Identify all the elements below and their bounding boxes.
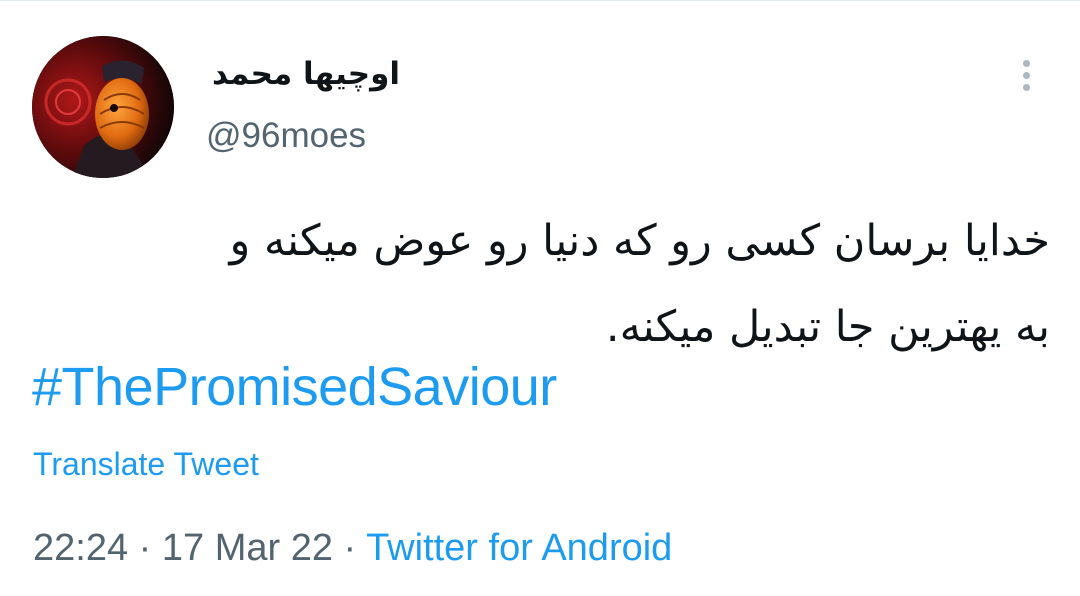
tweet-text-line: خدایا برسان کسی رو که دنیا رو عوض میکنه … bbox=[229, 216, 1050, 266]
user-handle[interactable]: @96moes bbox=[206, 116, 366, 156]
masked-character-avatar-icon bbox=[32, 36, 174, 178]
tweet-time[interactable]: 22:24 bbox=[33, 527, 128, 569]
tweet-meta: 22:24 · 17 Mar 22 · Twitter for Android bbox=[33, 527, 672, 570]
tweet-source-link[interactable]: Twitter for Android bbox=[366, 527, 672, 569]
tweet-date[interactable]: 17 Mar 22 bbox=[162, 527, 333, 569]
translate-tweet-link[interactable]: Translate Tweet bbox=[33, 446, 259, 483]
hashtag-link[interactable]: #ThePromisedSaviour bbox=[32, 356, 557, 418]
more-vertical-icon[interactable] bbox=[1016, 60, 1036, 96]
tweet-text: خدایا برسان کسی رو که دنیا رو عوض میکنه … bbox=[30, 198, 1050, 370]
meta-separator: · bbox=[138, 527, 152, 569]
avatar[interactable] bbox=[32, 36, 174, 178]
top-divider bbox=[0, 0, 1080, 1]
display-name[interactable]: اوچیها محمد bbox=[212, 56, 400, 92]
meta-separator: · bbox=[343, 527, 357, 569]
